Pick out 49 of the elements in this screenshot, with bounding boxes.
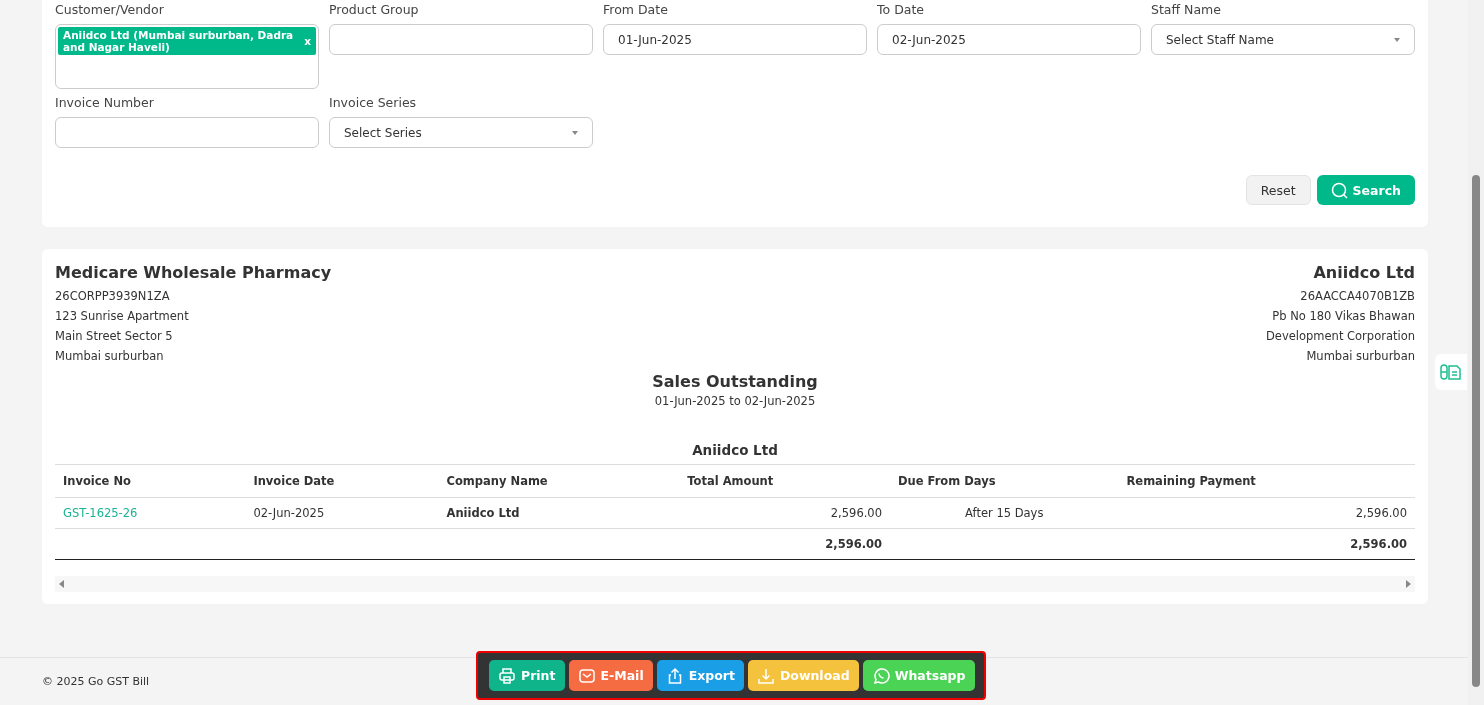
address-line: Development Corporation — [1266, 328, 1415, 345]
whatsapp-button[interactable]: Whatsapp — [862, 660, 975, 691]
address-line: Main Street Sector 5 — [55, 328, 173, 345]
from-date-field[interactable]: 01-Jun-2025 — [603, 24, 867, 55]
field-label: Invoice Number — [55, 95, 154, 110]
address-line: Mumbai surburban — [1306, 348, 1415, 365]
field-label: Customer/Vendor — [55, 2, 164, 17]
address-line: Pb No 180 Vikas Bhawan — [1272, 308, 1415, 325]
report-period: 01-Jun-2025 to 02-Jun-2025 — [654, 394, 816, 408]
table-cell: After 15 Days — [965, 506, 1044, 520]
invoice-series-dropdown[interactable]: Select Series — [329, 117, 593, 148]
column-header: Invoice Date — [253, 474, 335, 488]
column-header: Due From Days — [898, 474, 996, 488]
staff-name-dropdown[interactable]: Select Staff Name — [1151, 24, 1415, 55]
to-date-field[interactable]: 02-Jun-2025 — [877, 24, 1141, 55]
company-name: Aniidco Ltd — [1313, 263, 1415, 282]
download-button[interactable]: Download — [747, 660, 859, 691]
search-button[interactable]: Search — [1316, 175, 1415, 205]
column-header: Total Amount — [687, 474, 774, 488]
company-name: Medicare Wholesale Pharmacy — [55, 263, 332, 282]
reset-button[interactable]: Reset — [1245, 175, 1311, 205]
group-heading: Aniidco Ltd — [55, 442, 1415, 465]
table-cell: 2,596.00 — [1355, 506, 1407, 520]
table-cell: Aniidco Ltd — [446, 506, 520, 520]
print-button[interactable]: Print — [489, 660, 565, 691]
column-header: Remaining Payment — [1126, 474, 1256, 488]
column-header: Invoice No — [63, 474, 131, 488]
total-cell: 2,596.00 — [1350, 537, 1407, 551]
address-line: 26AACCA4070B1ZB — [1300, 288, 1415, 305]
invoice-link[interactable]: GST-1625-26 — [63, 506, 138, 520]
customer-vendor-field[interactable]: Aniidco Ltd (Mumbai surburban, Dadra and Nagar Haveli) x — [55, 24, 319, 89]
email-button[interactable]: E-Mail — [568, 660, 653, 691]
field-label: From Date — [603, 2, 668, 17]
table-cell: 02-Jun-2025 — [253, 506, 325, 520]
field-label: Invoice Series — [329, 95, 417, 110]
address-line: 26CORPP3939N1ZA — [55, 288, 170, 305]
tag-remove-button[interactable]: x — [298, 35, 311, 47]
field-label: Staff Name — [1151, 2, 1221, 17]
report-title: Sales Outstanding — [652, 372, 818, 391]
column-header: Company Name — [446, 474, 548, 488]
field-label: Product Group — [329, 2, 419, 17]
total-cell: 2,596.00 — [825, 537, 882, 551]
address-line: 123 Sunrise Apartment — [55, 308, 189, 325]
field-label: To Date — [877, 2, 924, 17]
copyright-text: © 2025 Go GST Bill — [42, 675, 150, 688]
export-button[interactable]: Export — [656, 660, 744, 691]
address-line: Mumbai surburban — [55, 348, 164, 365]
tag-text: Aniidco Ltd (Mumbai surburban, Dadra and Nagar Haveli) — [63, 29, 295, 53]
table-cell: 2,596.00 — [830, 506, 882, 520]
